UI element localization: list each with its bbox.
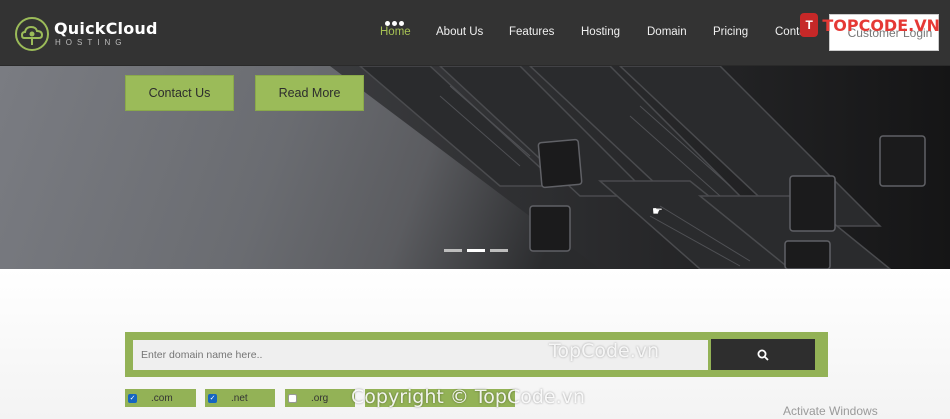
extension-net[interactable]: ✓ .net (205, 389, 275, 407)
extension-com-checkbox[interactable]: ✓ (128, 393, 137, 403)
activate-windows-notice: Activate Windows (783, 404, 878, 418)
extension-com-label: .com (151, 392, 173, 404)
extension-com[interactable]: ✓ .com (125, 389, 196, 407)
slide-indicator-2[interactable] (467, 249, 485, 252)
copyright-watermark: Copyright © TopCode.vn (351, 386, 585, 408)
topcode-badge-icon: T (800, 13, 819, 37)
topcode-watermark-logo: T TOPCODE.VN (800, 10, 940, 40)
active-indicator-dots-icon (385, 13, 409, 26)
nav-item-domain[interactable]: Domain (647, 26, 687, 38)
domain-search-button[interactable] (711, 339, 815, 370)
contact-us-button[interactable]: Contact Us (125, 75, 234, 111)
hand-cursor-icon: ☛ (652, 204, 663, 218)
slide-indicator-1[interactable] (444, 249, 462, 252)
site-header: QuickCloud HOSTING Home About Us Feature… (0, 0, 950, 66)
extension-org-label: .org (311, 392, 329, 404)
extension-org-checkbox[interactable] (288, 393, 297, 403)
slide-indicator-3[interactable] (490, 249, 508, 252)
slider-indicators (444, 249, 514, 253)
site-watermark: TopCode.vn (549, 340, 660, 362)
nav-item-hosting[interactable]: Hosting (581, 26, 620, 38)
nav-item-about-us[interactable]: About Us (436, 26, 483, 38)
extension-net-label: .net (231, 392, 248, 404)
topcode-watermark-text: TOPCODE.VN (822, 15, 940, 35)
domain-search-box (125, 332, 828, 377)
extension-net-checkbox[interactable]: ✓ (208, 393, 217, 403)
nav-item-pricing[interactable]: Pricing (713, 26, 748, 38)
nav-item-features[interactable]: Features (509, 26, 554, 38)
nav-item-home[interactable]: Home (380, 26, 411, 38)
hero-slider: Contact Us Read More ☛ (0, 66, 950, 269)
extension-org[interactable]: .org (285, 389, 355, 407)
search-icon (757, 349, 769, 361)
read-more-button[interactable]: Read More (255, 75, 364, 111)
